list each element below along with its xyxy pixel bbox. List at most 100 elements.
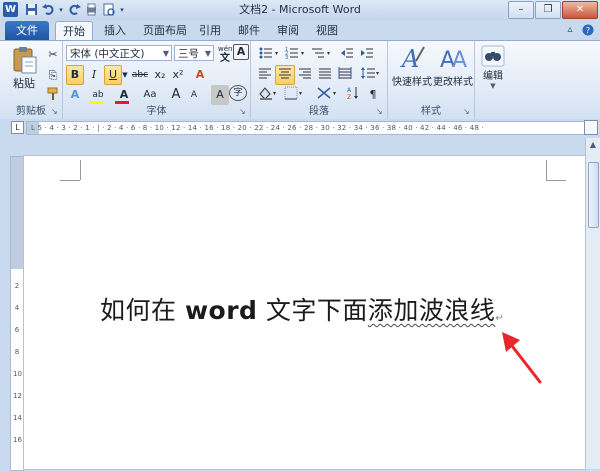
chevron-down-icon: ▼ [490,82,496,90]
tab-file[interactable]: 文件 [5,21,49,40]
close-button[interactable]: ✕ [562,1,598,19]
justify-icon[interactable] [315,65,335,85]
help-icon[interactable]: ? [582,24,594,36]
increase-indent-icon[interactable] [357,45,377,65]
clipboard-launcher-icon[interactable]: ↘ [51,108,59,116]
vertical-ruler-margin [11,157,23,269]
tab-view[interactable]: 视图 [313,21,341,40]
numbering-icon[interactable]: 1 2 3 ▾ [281,45,307,65]
font-size-value: 三号 [178,48,199,60]
paste-label: 粘贴 [13,77,35,90]
quick-styles-icon: A [396,43,428,73]
title-bar: W ▾ ▾ 文档2 - Microsoft Word – ❐ ✕ [0,0,600,20]
styles-group: A 快速样式 AA 更改样式 样式 ↘ [388,41,475,119]
window-controls: – ❐ ✕ [508,1,598,19]
document-page[interactable]: 如何在 word 文字下面添加波浪线↵ [24,156,585,469]
font-group-label: 字体 [146,106,167,117]
font-launcher-icon[interactable]: ↘ [239,108,247,116]
quick-styles-button[interactable]: A 快速样式 [391,43,433,88]
vertical-ruler[interactable]: 2 4 6 8 10 12 14 16 [10,156,24,471]
paragraph-group-label: 段落 [309,106,329,117]
font-name-select[interactable]: 宋体 (中文正文) ▼ [66,45,172,61]
vertical-scrollbar[interactable]: ▲ [585,138,600,469]
paste-button[interactable]: 粘贴 [6,45,42,91]
paragraph-group: ▾ 1 2 3 ▾ ▾ ▾ ▾ ▾ ▾ A Z ¶ 段落 ↘ [251,41,388,119]
multilevel-list-icon[interactable]: ▾ [307,45,333,65]
change-styles-button[interactable]: AA 更改样式 [432,43,474,88]
subscript-button[interactable]: x₂ [151,65,169,85]
change-styles-icon: AA [437,43,469,73]
bullets-icon[interactable]: ▾ [255,45,281,65]
wavy-underlined-text: 添加波浪线 [367,296,496,325]
tab-home[interactable]: 开始 [55,21,93,41]
svg-text:▾: ▾ [299,90,302,97]
change-styles-label: 更改样式 [433,77,473,88]
font-group: 宋体 (中文正文) ▼ 三号 ▼ wén 文 A B I U ▼ abc x₂ x… [63,41,251,119]
crop-mark [546,160,547,180]
cut-icon[interactable]: ✂ [44,45,62,65]
ribbon-right-controls: ▵ ? [564,24,594,36]
paragraph-mark-icon: ↵ [495,313,505,324]
crop-mark [60,180,80,181]
strikethrough-button[interactable]: abc [129,65,151,85]
svg-text:▾: ▾ [275,50,278,57]
tab-page-layout[interactable]: 页面布局 [138,21,192,40]
line-spacing-icon[interactable]: ▾ [357,65,383,85]
tab-references[interactable]: 引用 [196,21,224,40]
svg-text:▾: ▾ [333,90,336,97]
clear-formatting-button[interactable]: A [191,65,209,85]
text-segment: 如何在 [100,296,185,325]
phonetic-guide-button[interactable]: wén 文 [217,44,233,64]
clipboard-group: 粘贴 ✂ ⎘ 剪贴板 ↘ [0,41,63,119]
character-border-button[interactable]: A [233,44,249,60]
chevron-down-icon: ▼ [162,49,169,58]
crop-mark [80,160,81,180]
enclose-characters-button[interactable]: 字 [229,85,247,101]
decrease-indent-icon[interactable] [337,45,357,65]
ruler-row: L L 5 · 4 · 3 · 2 · 1 · | · 2 · 4 · 6 · … [0,119,600,136]
align-right-icon[interactable] [295,65,315,85]
tab-insert[interactable]: 插入 [97,21,133,40]
find-binoculars-icon [481,45,505,67]
highlight-label: ab [92,90,104,100]
scroll-thumb[interactable] [588,162,599,228]
tab-selector[interactable]: L [11,121,24,134]
tab-review[interactable]: 审阅 [274,21,302,40]
vertical-ruler-ticks: 2 4 6 8 10 12 14 16 [13,282,22,444]
styles-group-label: 样式 [421,106,441,117]
svg-text:▾: ▾ [301,50,304,57]
view-ruler-toggle[interactable] [584,120,598,135]
svg-text:▾: ▾ [273,90,276,97]
chevron-down-icon: ▼ [204,49,211,58]
minimize-button[interactable]: – [508,1,534,19]
ribbon-home: 粘贴 ✂ ⎘ 剪贴板 ↘ 宋体 (中文正文) ▼ 三号 ▼ wén 文 A B I… [0,40,600,120]
copy-icon[interactable]: ⎘ [44,66,62,86]
horizontal-ruler[interactable]: L 5 · 4 · 3 · 2 · 1 · | · 2 · 4 · 6 · 8 … [26,121,588,135]
bold-button[interactable]: B [66,65,84,85]
italic-button[interactable]: I [85,65,103,85]
styles-launcher-icon[interactable]: ↘ [463,108,471,116]
tab-mailings[interactable]: 邮件 [235,21,263,40]
minimize-ribbon-icon[interactable]: ▵ [564,24,576,36]
ribbon-tab-bar: 文件 开始 插入 页面布局 引用 邮件 审阅 视图 ▵ ? [0,20,600,41]
superscript-button[interactable]: x² [169,65,187,85]
paragraph-launcher-icon[interactable]: ↘ [376,108,384,116]
editing-group: 编辑 ▼ [475,41,511,119]
quick-styles-label: 快速样式 [392,77,432,88]
svg-text:A: A [452,48,467,73]
restore-button[interactable]: ❐ [535,1,561,19]
text-segment: 文字下面 [257,296,368,325]
ruler-markings: L 5 · 4 · 3 · 2 · 1 · | · 2 · 4 · 6 · 8 … [31,124,484,132]
align-center-icon[interactable] [275,65,295,85]
svg-text:?: ? [586,26,590,35]
distributed-icon[interactable] [335,65,355,85]
font-color-label: A [119,88,129,101]
font-size-select[interactable]: 三号 ▼ [174,45,214,61]
svg-text:A: A [347,87,352,94]
font-name-value: 宋体 (中文正文) [70,48,145,60]
document-heading[interactable]: 如何在 word 文字下面添加波浪线↵ [100,291,504,327]
editing-button[interactable]: 编辑 ▼ [479,45,507,90]
annotation-arrow-icon [502,332,542,384]
align-left-icon[interactable] [255,65,275,85]
scroll-up-icon[interactable]: ▲ [587,138,599,152]
